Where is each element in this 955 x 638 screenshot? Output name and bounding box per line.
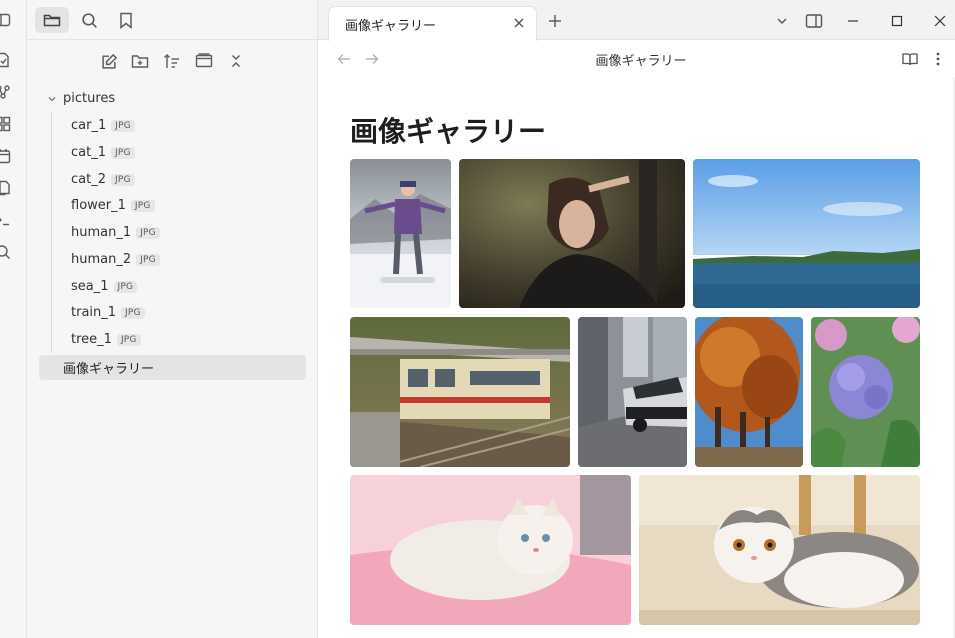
close-icon — [934, 15, 946, 27]
canvas-icon[interactable] — [0, 113, 14, 135]
tree-indent-guide — [51, 112, 52, 353]
view-title[interactable]: 画像ギャラリー — [318, 50, 955, 69]
file-name: flower_1 — [71, 198, 126, 213]
tab-title: 画像ギャラリー — [345, 19, 437, 34]
tab-bar: 画像ギャラリー — [318, 0, 955, 41]
file-item[interactable]: human_2 JPG — [71, 247, 160, 272]
file-name: sea_1 — [71, 279, 109, 294]
gallery-image-flower[interactable] — [811, 317, 920, 467]
tab-file-explorer[interactable] — [35, 7, 69, 33]
file-item[interactable]: cat_2 JPG — [71, 167, 135, 192]
more-options-button[interactable] — [927, 48, 949, 70]
quick-switcher-icon[interactable] — [0, 49, 14, 71]
minimize-icon — [848, 20, 858, 22]
collapse-icon — [232, 55, 240, 67]
app-window: pictures car_1 JPG cat_1 JPG cat_2 JPG f… — [0, 0, 955, 638]
file-item[interactable]: sea_1 JPG — [71, 274, 138, 299]
file-extension-badge: JPG — [111, 119, 135, 132]
bookmark-icon — [120, 12, 132, 29]
search-ribbon-icon[interactable] — [0, 241, 14, 263]
gallery-image-woman-portrait[interactable] — [459, 159, 685, 308]
file-extension-badge: JPG — [110, 146, 135, 159]
file-name: cat_1 — [71, 145, 106, 160]
more-vertical-icon — [936, 52, 940, 66]
active-note-item[interactable]: 画像ギャラリー — [39, 355, 306, 380]
tab-gallery-note[interactable]: 画像ギャラリー — [328, 6, 537, 41]
maximize-button[interactable] — [886, 10, 908, 32]
new-note-icon — [101, 53, 117, 69]
file-item[interactable]: tree_1 JPG — [71, 327, 141, 352]
active-note-label: 画像ギャラリー — [63, 362, 155, 377]
right-sidebar-icon — [805, 14, 823, 28]
new-note-button[interactable] — [97, 49, 121, 73]
reveal-icon — [195, 53, 213, 68]
file-explorer-sidebar: pictures car_1 JPG cat_1 JPG cat_2 JPG f… — [27, 0, 318, 638]
note-title: 画像ギャラリー — [350, 115, 547, 148]
sidebar-tab-bar — [27, 0, 318, 40]
close-tab-icon[interactable] — [511, 15, 527, 31]
file-item[interactable]: human_1 JPG — [71, 220, 160, 245]
gallery-image-car[interactable] — [578, 317, 687, 467]
maximize-icon — [891, 15, 903, 27]
file-extension-badge: JPG — [136, 226, 160, 239]
gallery-image-white-cat[interactable] — [350, 475, 631, 625]
tab-search[interactable] — [72, 7, 106, 33]
gallery-image-tree[interactable] — [695, 317, 803, 467]
sort-icon — [164, 53, 179, 68]
folder-label: pictures — [63, 91, 116, 106]
search-icon — [81, 12, 97, 28]
sidebar-toggle-icon[interactable] — [0, 9, 14, 31]
file-name: car_1 — [71, 118, 107, 133]
gallery-image-sea[interactable] — [693, 159, 920, 308]
tab-list-button[interactable] — [771, 10, 793, 32]
note-content: 画像ギャラリー — [318, 77, 955, 638]
graph-view-icon[interactable] — [0, 81, 14, 103]
file-name: train_1 — [71, 305, 117, 320]
toggle-right-sidebar-button[interactable] — [803, 10, 825, 32]
folder-icon — [43, 14, 61, 27]
file-extension-badge: JPG — [136, 253, 160, 266]
file-name: tree_1 — [71, 332, 112, 347]
file-item[interactable]: flower_1 JPG — [71, 193, 155, 218]
reading-view-button[interactable] — [899, 48, 921, 70]
chevron-down-icon — [45, 92, 59, 106]
chevron-down-icon — [777, 18, 787, 24]
new-folder-button[interactable] — [128, 49, 152, 73]
new-folder-icon — [131, 55, 149, 68]
tab-bookmarks[interactable] — [109, 7, 143, 33]
templates-icon[interactable] — [0, 177, 14, 199]
file-extension-badge: JPG — [116, 333, 141, 346]
gallery-image-train[interactable] — [350, 317, 570, 467]
close-window-button[interactable] — [929, 10, 951, 32]
new-tab-button[interactable] — [544, 10, 566, 32]
file-extension-badge: JPG — [113, 280, 138, 293]
minimize-button[interactable] — [842, 10, 864, 32]
gallery-image-snowboarder[interactable] — [350, 159, 451, 308]
calendar-icon[interactable] — [0, 145, 14, 167]
file-name: human_1 — [71, 225, 132, 240]
file-item[interactable]: cat_1 JPG — [71, 140, 135, 165]
file-item[interactable]: train_1 JPG — [71, 300, 145, 325]
file-item[interactable]: car_1 JPG — [71, 113, 135, 138]
file-explorer-actions — [27, 49, 318, 73]
file-name: human_2 — [71, 252, 132, 267]
file-extension-badge: JPG — [110, 173, 135, 186]
gallery-image-scottish-fold[interactable] — [639, 475, 920, 625]
folder-pictures[interactable]: pictures — [39, 86, 309, 111]
file-extension-badge: JPG — [121, 306, 145, 319]
terminal-icon[interactable] — [0, 209, 14, 231]
left-ribbon — [0, 0, 27, 638]
view-header: 画像ギャラリー — [318, 41, 955, 77]
collapse-all-button[interactable] — [224, 49, 248, 73]
auto-reveal-button[interactable] — [192, 49, 216, 73]
file-extension-badge: JPG — [130, 199, 155, 212]
file-name: cat_2 — [71, 172, 106, 187]
sort-button[interactable] — [160, 49, 184, 73]
book-open-icon — [902, 53, 918, 66]
plus-icon — [549, 15, 561, 27]
